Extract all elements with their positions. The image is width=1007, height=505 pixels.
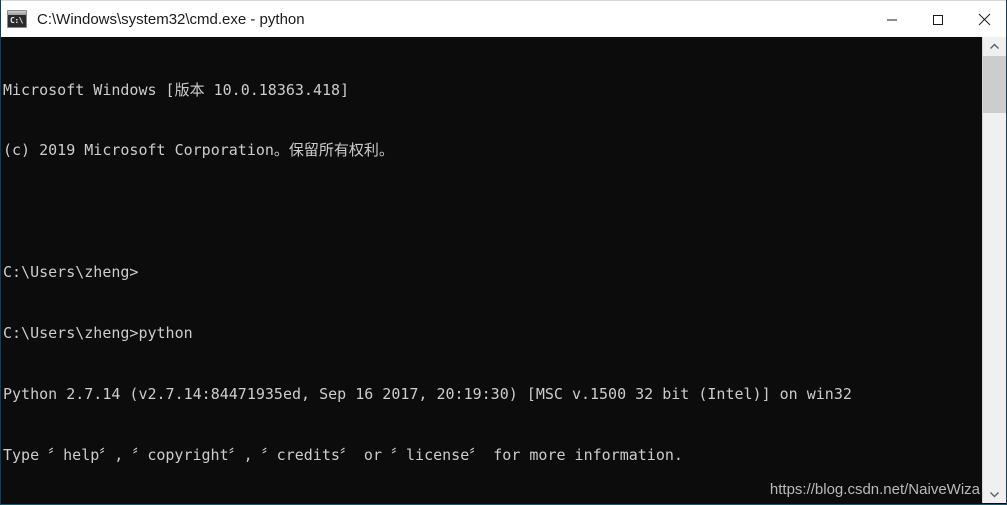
console-line: C:\Users\zheng>python <box>3 324 193 343</box>
console-text: Microsoft Windows [版本 10.0.18363.418] (c… <box>3 39 983 503</box>
title-bar[interactable]: C:\ C:\Windows\system32\cmd.exe - python <box>1 0 1006 38</box>
console-output-area[interactable]: Microsoft Windows [版本 10.0.18363.418] (c… <box>1 37 983 503</box>
console-line: C:\Users\zheng> <box>3 263 139 282</box>
window-title: C:\Windows\system32\cmd.exe - python <box>37 10 305 28</box>
title-bar-left: C:\ C:\Windows\system32\cmd.exe - python <box>1 1 869 37</box>
console-line: Type 〞help〞, 〞copyright〞, 〞credits〞 or 〞… <box>3 445 683 464</box>
cmd-window: C:\ C:\Windows\system32\cmd.exe - python <box>0 0 1007 505</box>
cmd-icon-prompt-glyph: C:\ <box>10 16 23 25</box>
scrollbar-thumb[interactable] <box>983 56 1006 113</box>
window-controls <box>869 1 1006 38</box>
console-line: Microsoft Windows [版本 10.0.18363.418] <box>3 80 350 99</box>
maximize-button[interactable] <box>915 1 961 38</box>
close-button[interactable] <box>961 1 1006 38</box>
minimize-button[interactable] <box>869 1 915 38</box>
chevron-up-icon[interactable] <box>983 37 1006 56</box>
console-line: (c) 2019 Microsoft Corporation。保留所有权利。 <box>3 141 394 160</box>
scrollbar-track[interactable] <box>983 56 1006 484</box>
console-line: Python 2.7.14 (v2.7.14:84471935ed, Sep 1… <box>3 385 852 404</box>
vertical-scrollbar[interactable] <box>982 37 1006 503</box>
chevron-down-icon[interactable] <box>983 484 1006 503</box>
watermark: https://blog.csdn.net/NaiveWiza <box>769 481 980 498</box>
cmd-icon: C:\ <box>7 10 27 28</box>
